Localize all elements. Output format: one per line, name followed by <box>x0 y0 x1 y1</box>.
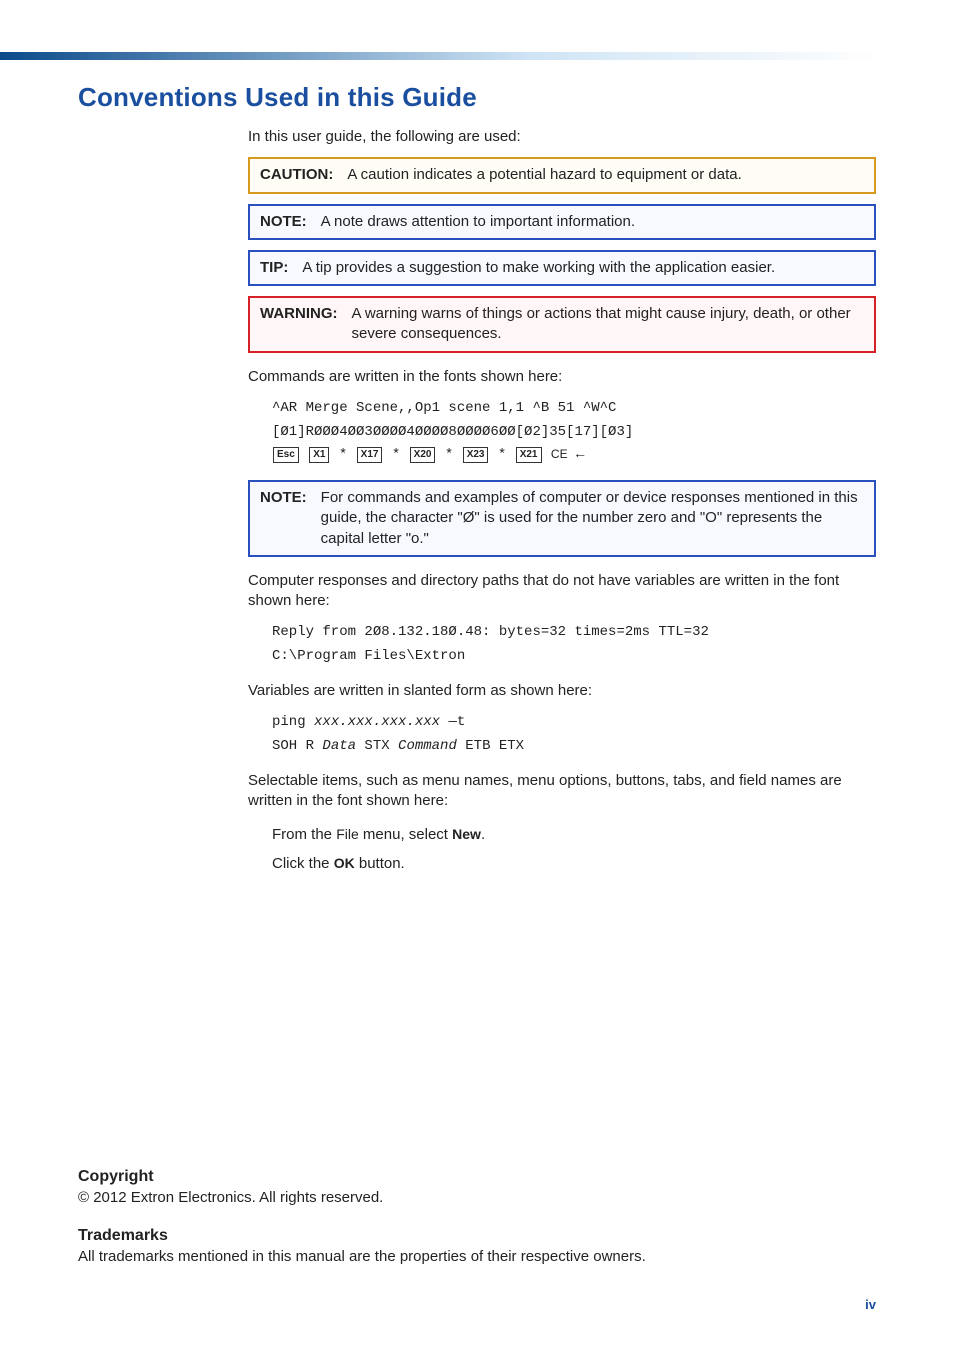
command-line-2: [Ø1]RØØØ4ØØ3ØØØØ4ØØØØ8ØØØØ6ØØ[Ø2]35[17][… <box>272 421 876 445</box>
variables-intro: Variables are written in slanted form as… <box>248 681 876 701</box>
sel-1c: menu, select <box>359 826 452 843</box>
tip-text: A tip provides a suggestion to make work… <box>302 258 864 278</box>
caution-text: A caution indicates a potential hazard t… <box>347 165 864 185</box>
command-line-3: Esc X1 * X17 * X20 * X23 * X21 CE ← <box>272 444 876 468</box>
var-2b: Data <box>322 738 356 754</box>
response-line-2: C:\Program Files\Extron <box>272 645 876 669</box>
var-line-1: ping xxx.xxx.xxx.xxx —t <box>272 711 876 735</box>
variables-example: ping xxx.xxx.xxx.xxx —t SOH R Data STX C… <box>272 711 876 759</box>
var-2d: Command <box>398 738 457 754</box>
note-text: A note draws attention to important info… <box>321 212 864 232</box>
var-2e: ETB ETX <box>457 738 524 754</box>
page-number: iv <box>78 1297 876 1312</box>
sel-2b: OK <box>334 855 355 871</box>
commands-intro: Commands are written in the fonts shown … <box>248 367 876 387</box>
warning-box: WARNING: A warning warns of things or ac… <box>248 296 876 353</box>
key-esc: Esc <box>273 447 299 463</box>
key-x1: X1 <box>309 447 329 463</box>
tip-label: TIP: <box>260 258 288 278</box>
copyright-heading: Copyright <box>78 1168 876 1186</box>
command-line-1: ^AR Merge Scene,,Op1 scene 1,1 ^B 51 ^W^… <box>272 397 876 421</box>
var-1a: ping <box>272 714 314 730</box>
var-2c: STX <box>356 738 398 754</box>
sel-2a: Click the <box>272 855 334 872</box>
copyright-text: © 2012 Extron Electronics. All rights re… <box>78 1188 876 1208</box>
warning-label: WARNING: <box>260 304 338 345</box>
tip-box: TIP: A tip provides a suggestion to make… <box>248 250 876 286</box>
sel-1b: File <box>336 826 359 842</box>
sel-1a: From the <box>272 826 336 843</box>
sel-line-2: Click the OK button. <box>272 850 876 879</box>
arrow-left-icon: ← <box>576 447 584 463</box>
selectable-example: From the File menu, select New. Click th… <box>272 821 876 878</box>
note-box-2: NOTE: For commands and examples of compu… <box>248 480 876 557</box>
var-1b: xxx.xxx.xxx.xxx <box>314 714 440 730</box>
sel-line-1: From the File menu, select New. <box>272 821 876 850</box>
sel-1e: . <box>481 826 485 843</box>
command-example: ^AR Merge Scene,,Op1 scene 1,1 ^B 51 ^W^… <box>272 397 876 468</box>
note2-text: For commands and examples of computer or… <box>321 488 864 549</box>
caution-label: CAUTION: <box>260 165 333 185</box>
top-gradient-bar <box>0 52 882 60</box>
note-label: NOTE: <box>260 212 307 232</box>
sel-1d: New <box>452 826 481 842</box>
response-line-1: Reply from 2Ø8.132.18Ø.48: bytes=32 time… <box>272 621 876 645</box>
var-1c: —t <box>440 714 465 730</box>
response-example: Reply from 2Ø8.132.18Ø.48: bytes=32 time… <box>272 621 876 669</box>
selectable-intro: Selectable items, such as menu names, me… <box>248 771 876 812</box>
trademarks-heading: Trademarks <box>78 1227 876 1245</box>
note-box-1: NOTE: A note draws attention to importan… <box>248 204 876 240</box>
var-2a: SOH R <box>272 738 322 754</box>
trademarks-text: All trademarks mentioned in this manual … <box>78 1247 876 1267</box>
warning-text: A warning warns of things or actions tha… <box>352 304 865 345</box>
key-x20: X20 <box>410 447 436 463</box>
sel-2c: button. <box>355 855 405 872</box>
page-title: Conventions Used in this Guide <box>78 82 876 113</box>
key-x21: X21 <box>516 447 542 463</box>
page-content: Conventions Used in this Guide In this u… <box>0 60 954 1352</box>
var-line-2: SOH R Data STX Command ETB ETX <box>272 735 876 759</box>
responses-intro: Computer responses and directory paths t… <box>248 571 876 612</box>
note2-label: NOTE: <box>260 488 307 549</box>
intro-text: In this user guide, the following are us… <box>248 127 876 147</box>
caution-box: CAUTION: A caution indicates a potential… <box>248 157 876 193</box>
key-x17: X17 <box>357 447 383 463</box>
key-ce: CE <box>551 447 568 461</box>
key-x23: X23 <box>463 447 489 463</box>
